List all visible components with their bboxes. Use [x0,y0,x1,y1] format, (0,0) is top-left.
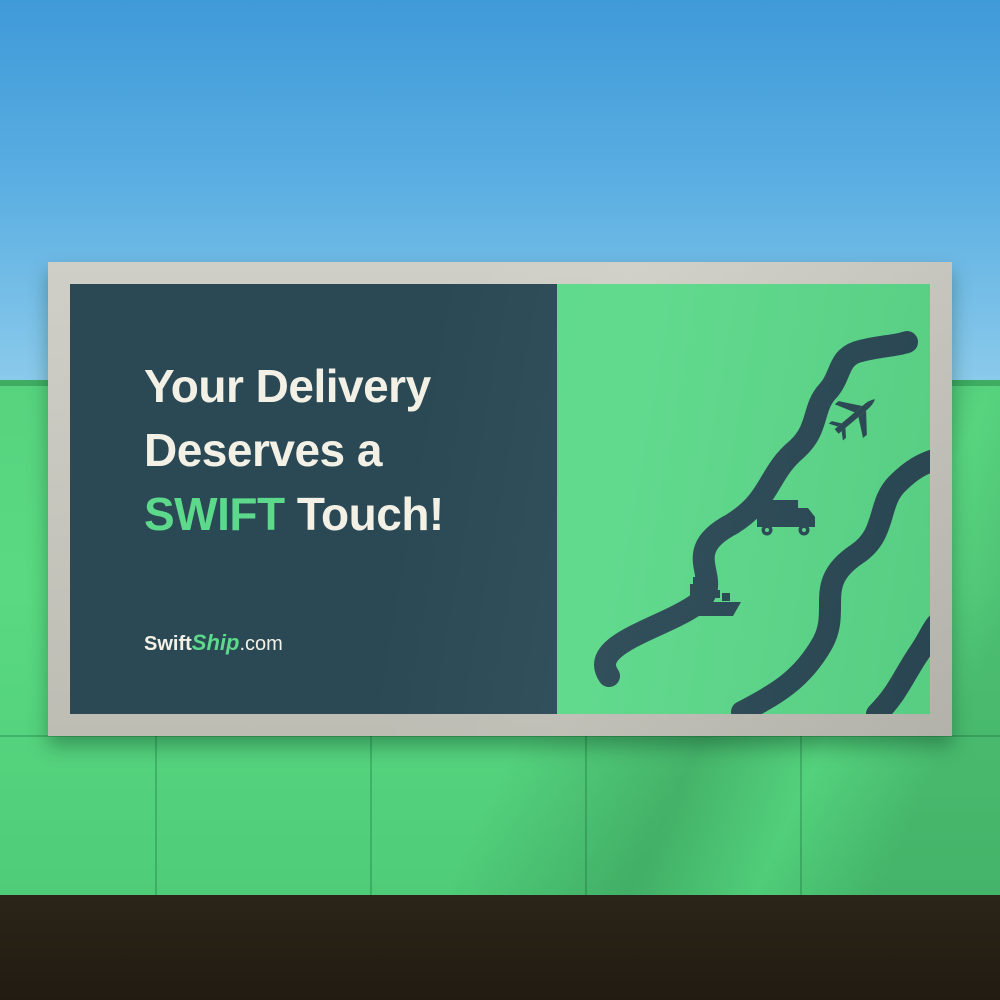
headline-line-3: SWIFT Touch! [144,482,544,546]
ground-strip [0,895,1000,1000]
headline-line-1: Your Delivery [144,360,431,412]
billboard-text-panel: Your Delivery Deserves a SWIFT Touch! Sw… [70,284,557,714]
brand-part-tld: .com [239,633,283,655]
headline: Your Delivery Deserves a SWIFT Touch! [144,354,544,546]
wave-graphic [594,331,930,714]
wave-path [866,615,930,714]
wall-seam [155,735,157,895]
headline-line-2: Deserves a [144,424,382,476]
brand-part-swift: Swift [144,633,192,655]
wave-path [594,331,918,687]
delivery-van-icon [757,500,815,536]
headline-accent-word: SWIFT [144,488,285,540]
wall-seam [800,735,802,895]
billboard-panel: Your Delivery Deserves a SWIFT Touch! Sw… [70,284,930,714]
wall-seam [585,735,587,895]
brand-logo: SwiftShip.com [144,630,283,656]
headline-line-3-rest: Touch! [284,488,444,540]
brand-part-ship: Ship [191,630,240,655]
wall-seam [370,735,372,895]
